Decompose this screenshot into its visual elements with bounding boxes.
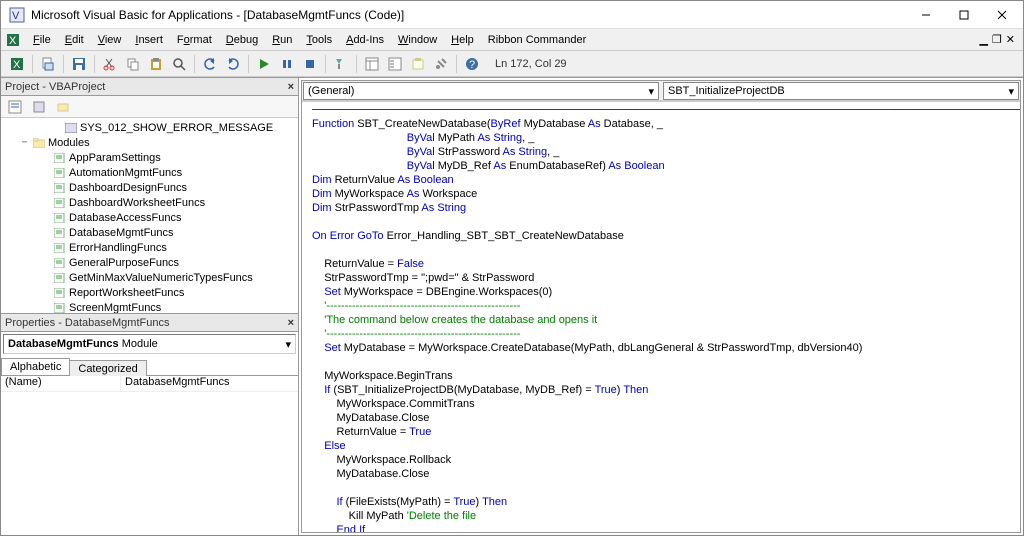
standard-toolbar: X ? Ln 172, Col 29 [1,51,1023,77]
project-pane-close[interactable]: × [288,81,294,93]
project-explorer-button[interactable] [362,54,382,74]
project-tree[interactable]: SYS_012_SHOW_ERROR_MESSAGE −Modules AppP… [1,118,298,314]
design-mode-button[interactable] [331,54,351,74]
vba-app-icon: V [9,7,25,23]
redo-button[interactable] [223,54,243,74]
view-code-icon[interactable] [5,97,25,117]
tab-alphabetic[interactable]: Alphabetic [1,358,70,375]
tree-module-item[interactable]: DatabaseMgmtFuncs [1,225,298,240]
tree-module-item[interactable]: AppParamSettings [1,150,298,165]
maximize-button[interactable] [951,6,977,24]
cursor-position: Ln 172, Col 29 [495,58,567,70]
chevron-down-icon: ▾ [648,85,654,98]
tree-modules-folder[interactable]: −Modules [1,135,298,150]
toggle-folders-icon[interactable] [53,97,73,117]
mdi-restore-icon[interactable]: ❐ [992,33,1002,46]
svg-text:?: ? [469,59,475,71]
title-bar: V Microsoft Visual Basic for Application… [1,1,1023,29]
menu-insert[interactable]: Insert [129,32,169,48]
tree-module-item[interactable]: GetMinMaxValueNumericTypesFuncs [1,270,298,285]
menu-window[interactable]: Window [392,32,443,48]
minimize-button[interactable] [913,6,939,24]
prop-name-value[interactable]: DatabaseMgmtFuncs [121,376,298,391]
menu-tools[interactable]: Tools [300,32,338,48]
cut-button[interactable] [100,54,120,74]
tree-module-item[interactable]: GeneralPurposeFuncs [1,255,298,270]
tree-module-item[interactable]: DashboardDesignFuncs [1,180,298,195]
tree-form-node[interactable]: SYS_012_SHOW_ERROR_MESSAGE [1,120,298,135]
menu-run[interactable]: Run [266,32,298,48]
chevron-down-icon: ▾ [285,338,291,351]
mdi-close-icon[interactable]: ✕ [1006,33,1015,46]
view-excel-button[interactable]: X [7,54,27,74]
tree-module-item[interactable]: DashboardWorksheetFuncs [1,195,298,210]
svg-text:X: X [13,59,21,71]
view-object-icon[interactable] [29,97,49,117]
menu-ribbon[interactable]: Ribbon Commander [482,32,592,48]
tree-module-item[interactable]: DatabaseAccessFuncs [1,210,298,225]
reset-button[interactable] [300,54,320,74]
procedure-combo[interactable]: SBT_InitializeProjectDB▾ [663,82,1019,100]
tree-module-item[interactable]: ReportWorksheetFuncs [1,285,298,300]
project-pane-header: Project - VBAProject × [1,78,298,96]
project-pane-toolbar [1,96,298,118]
excel-doc-icon: X [5,32,21,48]
menu-help[interactable]: Help [445,32,480,48]
undo-button[interactable] [200,54,220,74]
menu-debug[interactable]: Debug [220,32,264,48]
prop-name-key: (Name) [1,376,121,391]
properties-grid[interactable]: (Name) DatabaseMgmtFuncs [1,376,298,535]
object-browser-button[interactable] [408,54,428,74]
tree-module-item[interactable]: ErrorHandlingFuncs [1,240,298,255]
code-editor[interactable]: ────────────────────────────────────────… [302,101,1020,532]
svg-text:X: X [9,35,17,47]
run-button[interactable] [254,54,274,74]
object-combo[interactable]: (General)▾ [303,82,659,100]
menu-format[interactable]: Format [171,32,218,48]
chevron-down-icon: ▾ [1008,85,1014,98]
tab-categorized[interactable]: Categorized [69,360,146,376]
menu-file[interactable]: File [27,32,57,48]
save-button[interactable] [69,54,89,74]
copy-button[interactable] [123,54,143,74]
properties-pane-close[interactable]: × [288,317,294,329]
menu-edit[interactable]: Edit [59,32,90,48]
svg-text:V: V [12,10,20,22]
properties-button[interactable] [385,54,405,74]
tree-module-item[interactable]: ScreenMgmtFuncs [1,300,298,314]
properties-object-combo[interactable]: DatabaseMgmtFuncs Module ▾ [3,334,296,354]
menu-bar: X File Edit View Insert Format Debug Run… [1,29,1023,51]
help-button[interactable]: ? [462,54,482,74]
menu-addins[interactable]: Add-Ins [340,32,390,48]
insert-dropdown[interactable] [38,54,58,74]
tree-module-item[interactable]: AutomationMgmtFuncs [1,165,298,180]
properties-pane-header: Properties - DatabaseMgmtFuncs × [1,314,298,332]
menu-view[interactable]: View [92,32,128,48]
window-title: Microsoft Visual Basic for Applications … [31,8,913,22]
paste-button[interactable] [146,54,166,74]
toolbox-button[interactable] [431,54,451,74]
find-button[interactable] [169,54,189,74]
break-button[interactable] [277,54,297,74]
close-button[interactable] [989,6,1015,24]
mdi-minimize-icon[interactable]: ▁ [979,33,987,46]
